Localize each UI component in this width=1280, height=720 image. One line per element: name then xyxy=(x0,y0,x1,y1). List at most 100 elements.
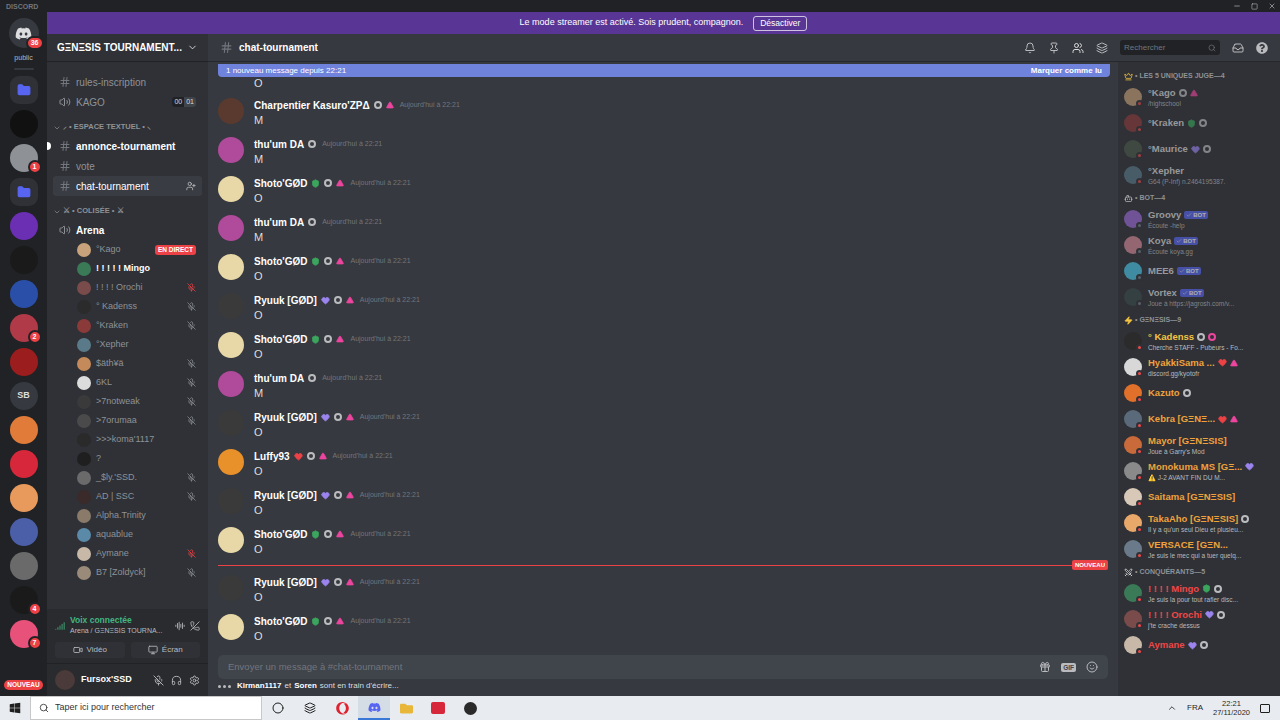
server-icon[interactable]: SB xyxy=(10,382,38,410)
voice-user[interactable]: ! ! ! ! Orochi xyxy=(53,278,202,297)
home-button[interactable]: 36 xyxy=(9,18,39,48)
voice-user[interactable]: °KagoEN DIRECT xyxy=(53,240,202,259)
member-row[interactable]: VortexBOTJoue à https://jagrosh.com/v... xyxy=(1124,284,1274,310)
member-row[interactable]: TakaAho [GΞNΞSIS]Il y a qu'un seul Dieu … xyxy=(1124,510,1274,536)
server-icon[interactable] xyxy=(10,280,38,308)
member-row[interactable]: °Maurice xyxy=(1124,136,1274,162)
voice-action-button[interactable]: Écran xyxy=(131,642,201,658)
voice-user[interactable]: 6KL xyxy=(53,373,202,392)
close-icon[interactable] xyxy=(1268,2,1276,10)
noise-suppression-icon[interactable] xyxy=(175,621,185,631)
voice-user[interactable]: AD | SSC xyxy=(53,487,202,506)
message-avatar[interactable] xyxy=(218,410,244,436)
member-row[interactable]: Kebra [GΞNΞ... xyxy=(1124,406,1274,432)
member-row[interactable]: ! ! ! ! Orochij'te crache dessus xyxy=(1124,606,1274,632)
message-avatar[interactable] xyxy=(218,215,244,241)
tray-chevron-icon[interactable] xyxy=(1167,703,1177,713)
voice-action-button[interactable]: Vidéo xyxy=(55,642,125,658)
server-header[interactable]: GΞNΞSIS TOURNAMENT... xyxy=(47,34,208,62)
member-row[interactable]: Saitama [GΞNΞSIS] xyxy=(1124,484,1274,510)
message-avatar[interactable] xyxy=(218,371,244,397)
server-icon[interactable] xyxy=(10,450,38,478)
member-row[interactable]: GroovyBOTÉcoute -help xyxy=(1124,206,1274,232)
language-indicator[interactable]: FRA xyxy=(1187,702,1203,714)
inbox-icon[interactable] xyxy=(1232,42,1244,54)
server-folder[interactable] xyxy=(10,76,38,104)
maximize-icon[interactable] xyxy=(1251,3,1258,10)
channel-category[interactable]: ⚔ • COLISÉE • ⚔ xyxy=(53,196,202,220)
gift-icon[interactable] xyxy=(1039,661,1051,673)
taskbar-app[interactable] xyxy=(422,702,454,714)
server-icon[interactable] xyxy=(10,484,38,512)
voice-user[interactable]: aquablue xyxy=(53,525,202,544)
text-channel[interactable]: vote xyxy=(53,156,202,176)
start-button[interactable] xyxy=(0,696,30,720)
new-unreads-pill[interactable]: NOUVEAU xyxy=(4,680,43,690)
voice-user[interactable]: ! ! ! ! ! Mingo xyxy=(53,259,202,278)
taskbar-search[interactable]: Taper ici pour rechercher xyxy=(30,696,262,720)
server-icon[interactable]: 2 xyxy=(10,314,38,342)
text-channel[interactable]: rules-inscription xyxy=(53,72,202,92)
server-icon[interactable] xyxy=(10,552,38,580)
server-icon[interactable] xyxy=(10,212,38,240)
message-author[interactable]: thu'um DA xyxy=(254,137,304,152)
member-row[interactable]: ! ! ! ! MingoJe suis la pour tout rafler… xyxy=(1124,580,1274,606)
message-avatar[interactable] xyxy=(218,527,244,553)
message-author[interactable]: Shoto'GØD xyxy=(254,254,307,269)
message-avatar[interactable] xyxy=(218,254,244,280)
voice-user[interactable]: ° Kadenss xyxy=(53,297,202,316)
member-row[interactable]: °Kraken xyxy=(1124,110,1274,136)
member-row[interactable]: Kazuto xyxy=(1124,380,1274,406)
server-icon[interactable] xyxy=(10,110,38,138)
headphones-icon[interactable] xyxy=(171,675,182,686)
server-icon[interactable] xyxy=(10,246,38,274)
disable-streamer-button[interactable]: Désactiver xyxy=(753,16,807,31)
message-avatar[interactable] xyxy=(218,293,244,319)
message-author[interactable]: thu'um DA xyxy=(254,371,304,386)
voice-user[interactable]: Aymane xyxy=(53,544,202,563)
emoji-icon[interactable] xyxy=(1086,661,1098,673)
voice-user[interactable]: >7notweak xyxy=(53,392,202,411)
server-icon[interactable]: 7 xyxy=(10,620,38,648)
member-row[interactable]: Mayor [GΞNΞSIS]Joue à Garry's Mod xyxy=(1124,432,1274,458)
server-folder[interactable] xyxy=(10,178,38,206)
text-channel[interactable]: chat-tournament xyxy=(53,176,202,196)
message-author[interactable]: Ryuuk [GØD] xyxy=(254,575,317,590)
message-author[interactable]: Ryuuk [GØD] xyxy=(254,293,317,308)
members-icon[interactable] xyxy=(1072,42,1084,54)
member-row[interactable]: °Kago/highschool xyxy=(1124,84,1274,110)
message-author[interactable]: Luffy93 xyxy=(254,449,290,464)
member-row[interactable]: Monokuma MS [GΞ...⚠️ J-2 AVANT FIN DU M.… xyxy=(1124,458,1274,484)
help-icon[interactable] xyxy=(1256,42,1268,54)
taskbar-app[interactable] xyxy=(326,702,358,715)
bell-icon[interactable] xyxy=(1024,42,1036,54)
message-avatar[interactable] xyxy=(218,449,244,475)
member-row[interactable]: MEE6BOT xyxy=(1124,258,1274,284)
cortana-button[interactable] xyxy=(262,702,294,714)
disconnect-icon[interactable] xyxy=(190,621,200,631)
voice-user[interactable]: B7 [Zoldyck] xyxy=(53,563,202,582)
mark-read-button[interactable]: Marquer comme lu xyxy=(1031,65,1102,77)
message-author[interactable]: Shoto'GØD xyxy=(254,176,307,191)
member-row[interactable]: VERSACE [GΞN...Je suis le mec qui a tuer… xyxy=(1124,536,1274,562)
server-icon[interactable] xyxy=(10,518,38,546)
user-avatar[interactable] xyxy=(55,670,75,690)
voice-channel[interactable]: Arena xyxy=(53,220,202,240)
pin-icon[interactable] xyxy=(1048,42,1060,54)
search-field[interactable]: Rechercher xyxy=(1120,40,1220,55)
voice-user[interactable]: Alpha.Trinity xyxy=(53,506,202,525)
invite-icon[interactable] xyxy=(186,181,196,191)
channel-category[interactable]: ⸝ • ESPACE TEXTUEL • ⸜ xyxy=(53,112,202,136)
message-author[interactable]: Shoto'GØD xyxy=(254,614,307,629)
member-row[interactable]: °XepherG64 (P-Inf) n.2464195387. xyxy=(1124,162,1274,188)
new-messages-bar[interactable]: 1 nouveau message depuis 22:21Marquer co… xyxy=(218,64,1110,77)
message-author[interactable]: Shoto'GØD xyxy=(254,332,307,347)
task-view-button[interactable] xyxy=(294,702,326,714)
voice-user[interactable]: >7orumaa xyxy=(53,411,202,430)
message-input[interactable]: Envoyer un message à #chat-tournamentGIF xyxy=(218,655,1108,679)
server-icon[interactable] xyxy=(10,416,38,444)
voice-user[interactable]: $äth¥ä xyxy=(53,354,202,373)
message-author[interactable]: Ryuuk [GØD] xyxy=(254,488,317,503)
message-avatar[interactable] xyxy=(218,614,244,640)
message-author[interactable]: Ryuuk [GØD] xyxy=(254,410,317,425)
